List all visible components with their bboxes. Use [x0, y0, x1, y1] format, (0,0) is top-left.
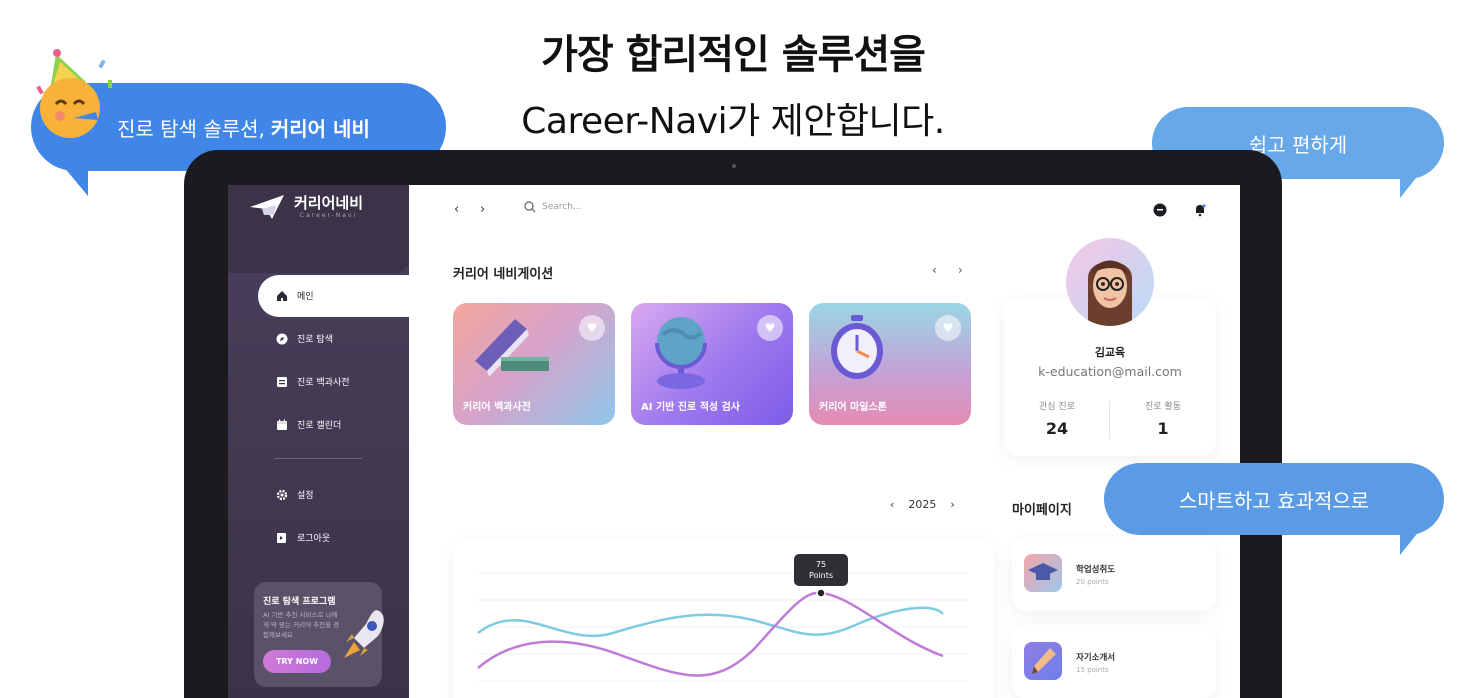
mypage-item-academic[interactable]: 학업성취도 20 points: [1012, 537, 1216, 611]
books-icon: [475, 319, 549, 377]
stat-value-interest: 24: [1045, 419, 1069, 438]
sidebar-item-label: 설정: [297, 491, 314, 501]
camera: [732, 164, 736, 168]
app-screen: 커리어네비 Career-Navi 메인 진로 탐색 진로 백과사전 진로 캘린…: [228, 185, 1240, 698]
profile-email: k-education@mail.com: [1038, 364, 1182, 379]
smart-bubble: 스마트하고 효과적으로: [1104, 463, 1444, 535]
globe-icon: [655, 317, 707, 389]
sidebar-item-logout[interactable]: 로그아웃: [276, 531, 330, 544]
card-label: AI 기반 진로 적성 검사: [641, 402, 740, 413]
sidebar-item-label: 진로 백과사전: [297, 378, 350, 388]
sidebar-item-encyclopedia[interactable]: 진로 백과사전: [276, 375, 350, 388]
nav-prev-arrow-icon[interactable]: ‹: [932, 263, 937, 277]
stat-value-activity: 1: [1157, 419, 1169, 438]
chart-canvas: [477, 572, 968, 682]
logout-icon: [276, 532, 288, 544]
intro-bubble-brand: 커리어 네비: [270, 116, 370, 141]
hero-title: 가장 합리적인 솔루션을: [541, 32, 926, 78]
card-career-milestone[interactable]: ♥ 커리어 마일스톤: [809, 303, 971, 425]
search-icon: [524, 201, 536, 213]
sidebar-item-explore[interactable]: 진로 탐색: [276, 332, 333, 345]
stat-label-activity: 진로 활동: [1145, 402, 1181, 412]
compass-icon: [276, 333, 288, 345]
sidebar-item-settings[interactable]: 설정: [276, 488, 314, 501]
year-selector: ‹ 2025 ›: [890, 498, 955, 511]
series-line-a: [477, 591, 944, 677]
rocket-icon: [344, 610, 384, 658]
favorite-heart-icon[interactable]: ♥: [579, 315, 605, 341]
bubble-tail: [1400, 525, 1424, 555]
sidebar-item-label: 로그아웃: [297, 534, 331, 544]
mypage-item-name: 자기소개서: [1076, 653, 1116, 663]
card-label: 커리어 마일스톤: [819, 402, 887, 413]
mypage-title: 마이페이지: [1012, 503, 1072, 518]
home-icon: [276, 290, 288, 302]
series-line-b: [477, 606, 944, 638]
tooltip-unit: Points: [808, 571, 834, 580]
promo-title: 진로 탐색 프로그램: [263, 597, 336, 607]
party-face-icon: [36, 49, 112, 138]
pencil-icon: [1024, 642, 1062, 680]
year-prev-arrow-icon[interactable]: ‹: [890, 498, 894, 511]
logo-title: 커리어네비: [294, 194, 364, 212]
bell-icon[interactable]: [1193, 203, 1207, 217]
graduation-cap-icon: [1024, 554, 1062, 592]
favorite-heart-icon[interactable]: ♥: [757, 315, 783, 341]
promo-text: AI 기반 추천 서비스로 나에게 딱 맞는 커리어 추천을 경험해보세요: [263, 611, 340, 639]
forward-arrow-icon[interactable]: ›: [480, 202, 485, 217]
back-arrow-icon[interactable]: ‹: [454, 202, 459, 217]
mypage-item-introduction[interactable]: 자기소개서 15 points: [1012, 625, 1216, 698]
nav-next-arrow-icon[interactable]: ›: [958, 263, 963, 277]
sidebar-divider: [274, 458, 362, 459]
sidebar-item-label: 메인: [297, 292, 314, 302]
stopwatch-icon: [831, 315, 883, 379]
try-now-button[interactable]: TRY NOW: [263, 650, 331, 673]
mypage-item-points: 15 points: [1076, 666, 1109, 674]
logo-subtitle: Career-Navi: [299, 212, 358, 219]
chat-icon[interactable]: [1153, 203, 1167, 217]
bubble-tail: [1400, 168, 1424, 198]
card-career-encyclopedia[interactable]: ♥ 커리어 백과사전: [453, 303, 615, 425]
card-ai-aptitude-test[interactable]: ♥ AI 기반 진로 적성 검사: [631, 303, 793, 425]
gear-icon: [276, 489, 288, 501]
intro-bubble-text: 진로 탐색 솔루션,: [117, 116, 265, 141]
stat-label-interest: 관심 진로: [1039, 402, 1075, 412]
points-chart: [453, 538, 994, 698]
mypage-item-points: 20 points: [1076, 578, 1109, 586]
sidebar-item-calendar[interactable]: 진로 캘린더: [276, 418, 341, 431]
year-next-arrow-icon[interactable]: ›: [950, 498, 954, 511]
search-placeholder: Search...: [542, 202, 582, 212]
career-navigation-title: 커리어 네비게이션: [453, 267, 554, 282]
promo-card: 진로 탐색 프로그램 AI 기반 추천 서비스로 나에게 딱 맞는 커리어 추천…: [254, 582, 384, 687]
favorite-heart-icon[interactable]: ♥: [935, 315, 961, 341]
graduation-cap-icon: [250, 195, 284, 219]
sidebar: 커리어네비 Career-Navi 메인 진로 탐색 진로 백과사전 진로 캘린…: [228, 185, 409, 698]
card-label: 커리어 백과사전: [463, 402, 531, 413]
profile-name: 김교육: [1094, 346, 1126, 359]
tooltip-value: 75: [815, 560, 827, 569]
mypage-item-name: 학업성취도: [1076, 565, 1116, 575]
book-icon: [276, 376, 288, 388]
chart-tooltip: 75 Points: [794, 554, 848, 586]
laptop-frame: 커리어네비 Career-Navi 메인 진로 탐색 진로 백과사전 진로 캘린…: [184, 150, 1282, 698]
sidebar-item-label: 진로 탐색: [297, 335, 333, 345]
stat-divider: [1109, 401, 1110, 439]
avatar-face-icon: [1088, 260, 1132, 326]
avatar[interactable]: [1066, 238, 1154, 326]
year-value: 2025: [908, 498, 937, 511]
logo[interactable]: 커리어네비 Career-Navi: [250, 193, 363, 219]
sidebar-item-label: 진로 캘린더: [297, 421, 342, 431]
search-input[interactable]: Search...: [524, 201, 582, 213]
tooltip-point: [816, 588, 826, 598]
calendar-icon: [276, 419, 288, 431]
sidebar-item-main[interactable]: 메인: [276, 289, 314, 302]
